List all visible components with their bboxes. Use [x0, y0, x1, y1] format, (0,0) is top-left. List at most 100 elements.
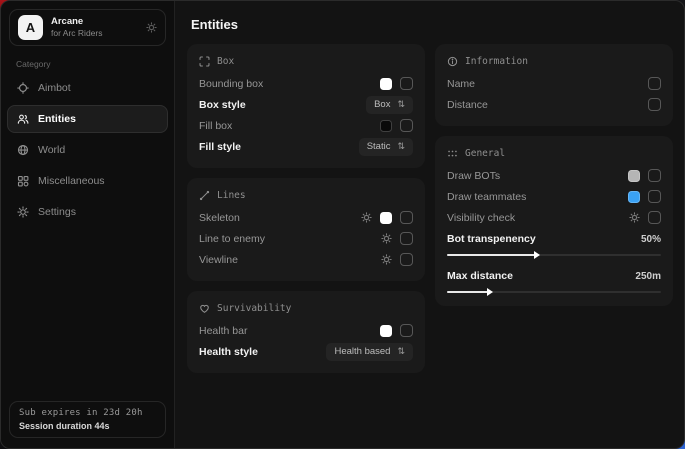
setting-label: Draw BOTs — [447, 170, 500, 182]
subscription-info: Sub expires in 23d 20h Session duration … — [9, 401, 166, 438]
checkbox[interactable] — [648, 211, 661, 224]
setting-label: Box style — [199, 99, 246, 111]
slider-value: 50% — [641, 234, 661, 245]
general-card: General Draw BOTs Draw teammates Visibil… — [435, 136, 673, 306]
setting-label: Distance — [447, 99, 488, 111]
slider-value: 250m — [635, 271, 661, 282]
setting-row-draw-teammates: Draw teammates — [447, 186, 661, 207]
card-header-label: General — [465, 148, 505, 159]
gear-icon[interactable] — [361, 212, 372, 223]
health-style-select[interactable]: Health based ⇅ — [326, 343, 413, 361]
color-swatch[interactable] — [380, 212, 392, 224]
survivability-card: Survivability Health bar Health style He… — [187, 291, 425, 373]
color-swatch[interactable] — [628, 170, 640, 182]
bot-transparency-slider[interactable] — [447, 254, 661, 256]
setting-label: Fill style — [199, 141, 241, 153]
globe-icon — [17, 144, 29, 156]
setting-row-skeleton: Skeleton — [199, 207, 413, 228]
setting-row-draw-bots: Draw BOTs — [447, 165, 661, 186]
right-column: Information Name Distance — [435, 44, 673, 373]
checkbox[interactable] — [400, 77, 413, 90]
slider-fill — [447, 291, 490, 293]
selected-value: Box — [374, 99, 390, 110]
setting-label: Line to enemy — [199, 233, 265, 245]
gear-icon[interactable] — [381, 254, 392, 265]
setting-row-health-bar: Health bar — [199, 320, 413, 341]
sidebar-item-label: World — [38, 144, 65, 156]
sidebar: A Arcane for Arc Riders Category Aimbot — [1, 1, 175, 448]
category-label: Category — [16, 59, 174, 69]
setting-row-box-style: Box style Box ⇅ — [199, 94, 413, 115]
setting-row-viewline: Viewline — [199, 249, 413, 270]
box-card: Box Bounding box Box style Box ⇅ — [187, 44, 425, 168]
gear-icon[interactable] — [629, 212, 640, 223]
gear-icon[interactable] — [381, 233, 392, 244]
setting-label: Name — [447, 78, 475, 90]
app-subtitle: for Arc Riders — [51, 28, 103, 39]
sidebar-item-aimbot[interactable]: Aimbot — [7, 74, 168, 102]
color-swatch[interactable] — [380, 78, 392, 90]
fill-style-select[interactable]: Static ⇅ — [359, 138, 413, 156]
line-icon — [199, 190, 210, 201]
color-swatch[interactable] — [380, 120, 392, 132]
box-style-select[interactable]: Box ⇅ — [366, 96, 413, 114]
sidebar-item-settings[interactable]: Settings — [7, 198, 168, 226]
setting-label: Health bar — [199, 325, 247, 337]
sidebar-item-label: Entities — [38, 113, 76, 125]
session-duration-text: Session duration 44s — [19, 421, 156, 431]
checkbox[interactable] — [400, 324, 413, 337]
page-title: Entities — [191, 17, 673, 32]
sub-expiry-text: Sub expires in 23d 20h — [19, 408, 156, 418]
gear-icon — [17, 206, 29, 218]
setting-label: Visibility check — [447, 212, 515, 224]
color-swatch[interactable] — [628, 191, 640, 203]
gear-icon[interactable] — [146, 22, 157, 33]
setting-label: Max distance — [447, 270, 513, 282]
entities-icon — [17, 113, 29, 125]
checkbox[interactable] — [400, 211, 413, 224]
left-column: Box Bounding box Box style Box ⇅ — [187, 44, 425, 373]
checkbox[interactable] — [648, 98, 661, 111]
app-header: A Arcane for Arc Riders — [9, 9, 166, 46]
sidebar-item-world[interactable]: World — [7, 136, 168, 164]
checkbox[interactable] — [648, 77, 661, 90]
slider-thumb[interactable] — [487, 288, 493, 296]
setting-row-max-distance: Max distance 250m — [447, 265, 661, 293]
setting-row-fill-box: Fill box — [199, 115, 413, 136]
checkbox[interactable] — [400, 119, 413, 132]
setting-row-distance: Distance — [447, 94, 661, 115]
sidebar-item-label: Miscellaneous — [38, 175, 105, 187]
main-content: Entities Box Bounding box — [175, 1, 685, 448]
avatar: A — [18, 15, 43, 40]
information-card: Information Name Distance — [435, 44, 673, 126]
grid-dots-icon — [447, 148, 458, 159]
checkbox[interactable] — [648, 169, 661, 182]
setting-row-fill-style: Fill style Static ⇅ — [199, 136, 413, 157]
sidebar-item-entities[interactable]: Entities — [7, 105, 168, 133]
setting-label: Bot transpenency — [447, 233, 536, 245]
app-window: A Arcane for Arc Riders Category Aimbot — [0, 0, 685, 449]
setting-row-bounding-box: Bounding box — [199, 73, 413, 94]
sidebar-item-miscellaneous[interactable]: Miscellaneous — [7, 167, 168, 195]
card-header-label: Survivability — [217, 303, 291, 314]
card-header-label: Lines — [217, 190, 246, 201]
heart-icon — [199, 303, 210, 314]
setting-row-name: Name — [447, 73, 661, 94]
scan-brackets-icon — [199, 56, 210, 67]
slider-fill — [447, 254, 537, 256]
app-title: Arcane — [51, 16, 103, 28]
setting-row-bot-transparency: Bot transpenency 50% — [447, 228, 661, 256]
checkbox[interactable] — [400, 232, 413, 245]
checkbox[interactable] — [400, 253, 413, 266]
checkbox[interactable] — [648, 190, 661, 203]
setting-label: Bounding box — [199, 78, 263, 90]
slider-thumb[interactable] — [534, 251, 540, 259]
sidebar-item-label: Aimbot — [38, 82, 71, 94]
setting-row-health-style: Health style Health based ⇅ — [199, 341, 413, 362]
setting-label: Viewline — [199, 254, 238, 266]
color-swatch[interactable] — [380, 325, 392, 337]
info-icon — [447, 56, 458, 67]
sidebar-item-label: Settings — [38, 206, 76, 218]
max-distance-slider[interactable] — [447, 291, 661, 293]
setting-label: Skeleton — [199, 212, 240, 224]
